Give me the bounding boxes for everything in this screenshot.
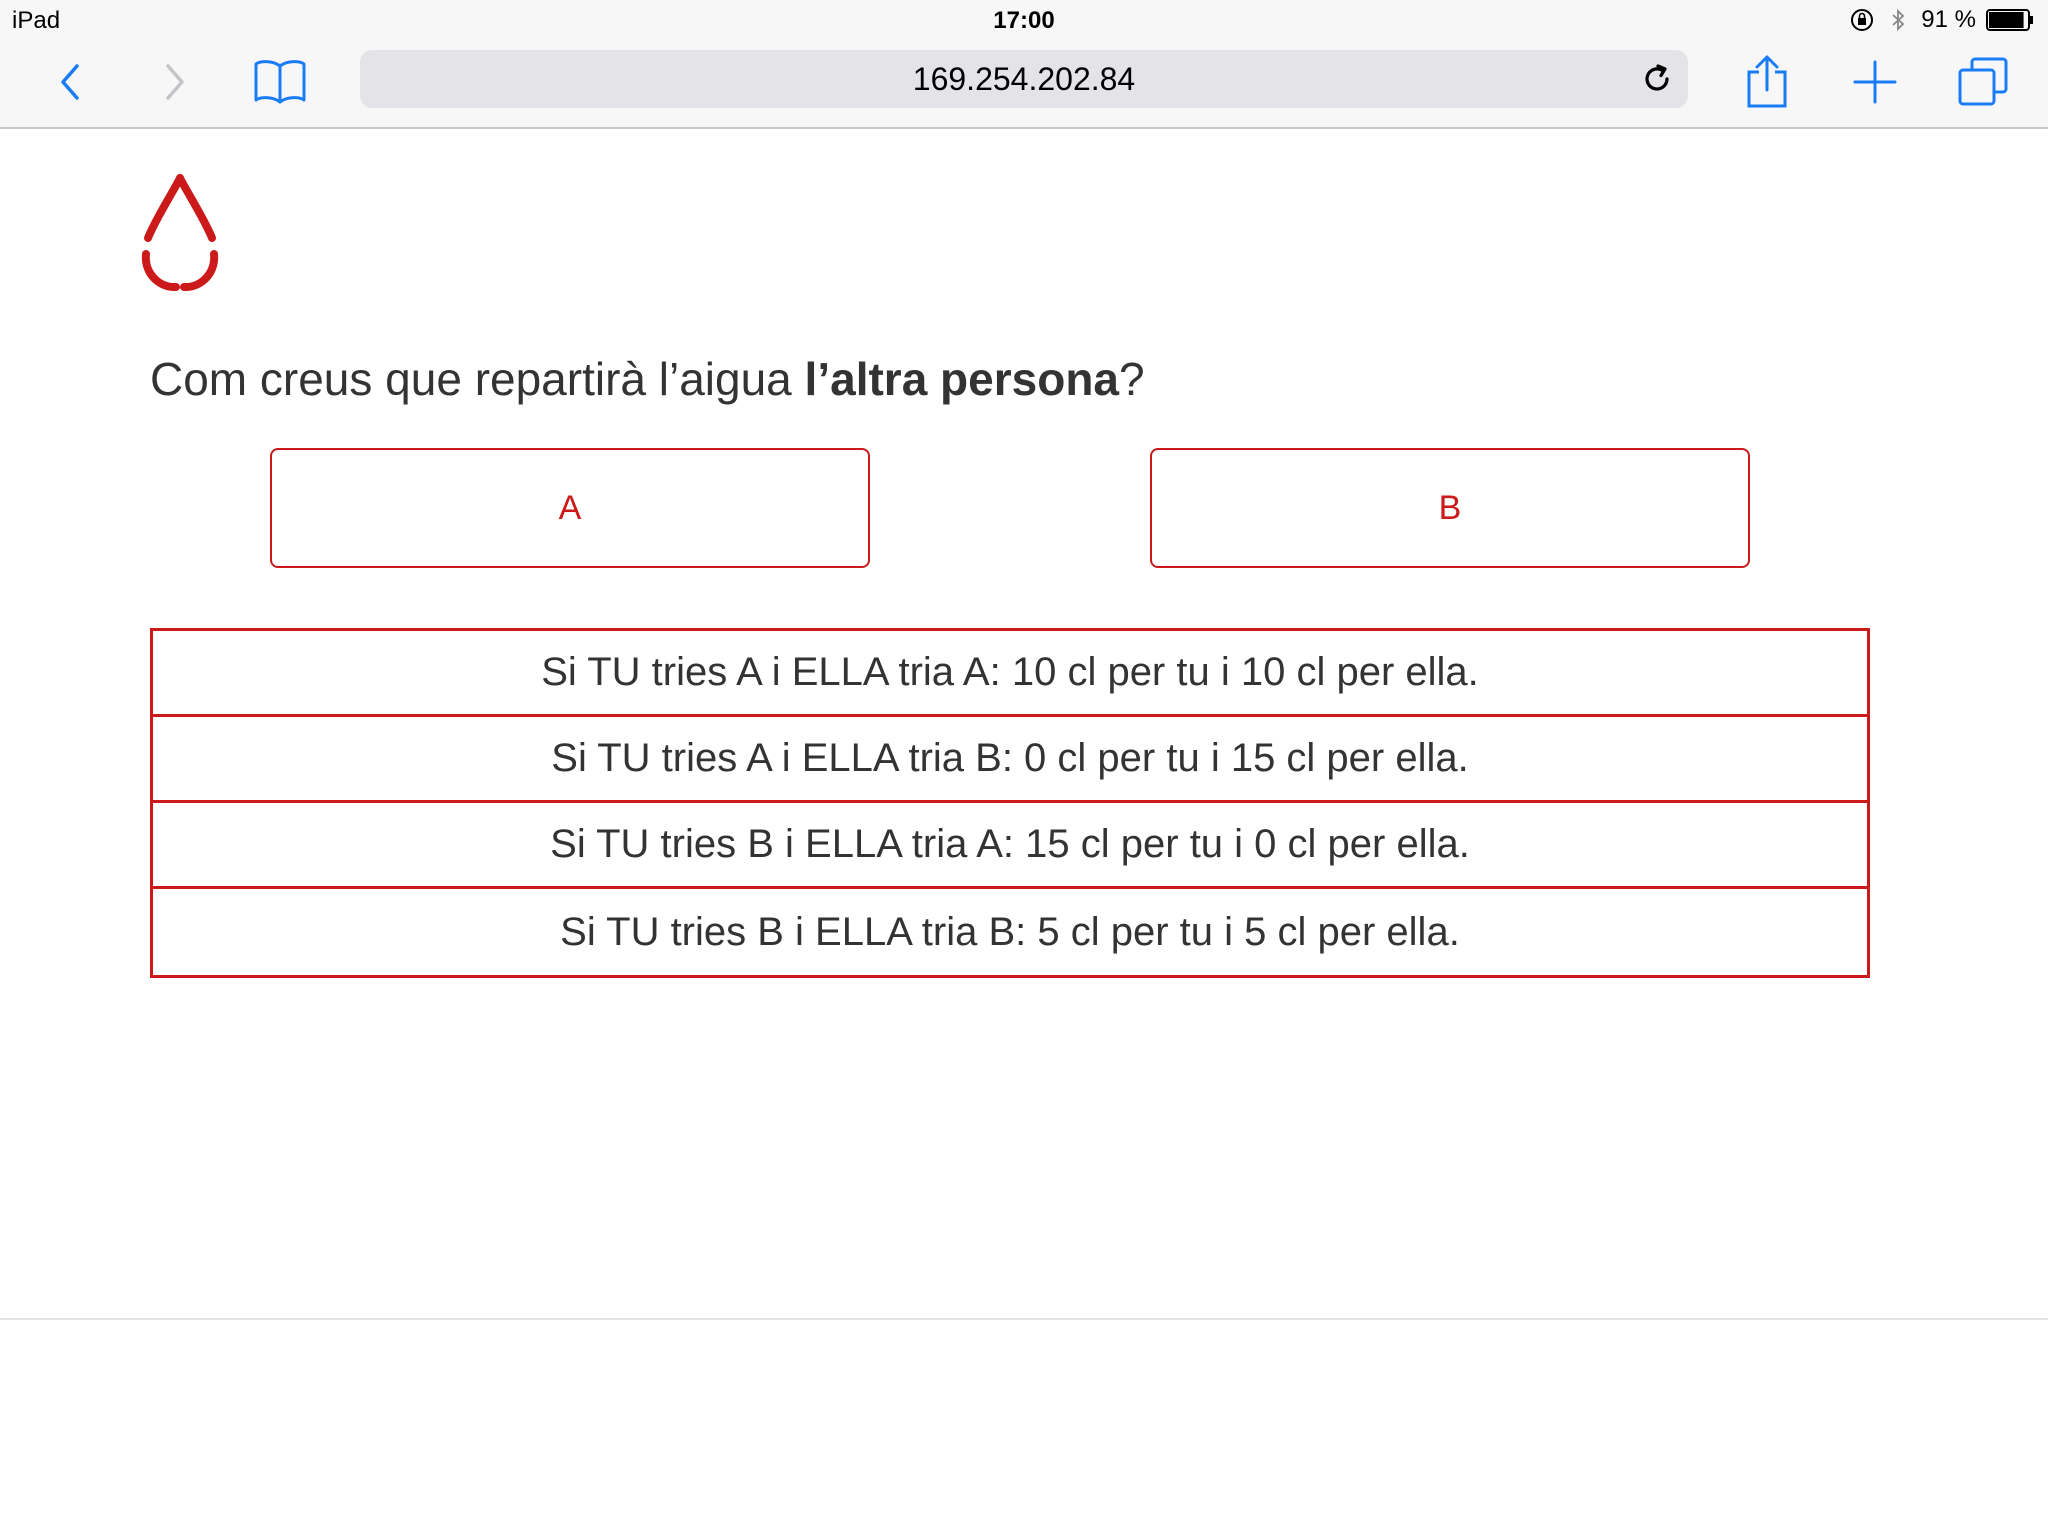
tabs-button[interactable] (1953, 52, 2013, 112)
divider (0, 1318, 2048, 1320)
tabs-icon (1958, 57, 2008, 106)
battery-percentage: 91 % (1921, 6, 1976, 33)
reload-button[interactable] (1634, 56, 1680, 102)
drop-logo-icon (138, 170, 222, 294)
browser-toolbar: 169.254.202.84 (0, 40, 2048, 129)
new-tab-button[interactable] (1845, 52, 1905, 112)
question-mark: ? (1119, 353, 1145, 405)
url-text: 169.254.202.84 (912, 60, 1136, 97)
rotation-lock-icon (1849, 7, 1875, 33)
payoff-row: Si TU tries B i ELLA tria B: 5 cl per tu… (560, 909, 1460, 954)
chevron-left-icon (61, 64, 79, 100)
question-emphasis: l’altra persona (804, 353, 1119, 405)
book-icon (254, 60, 306, 104)
bluetooth-icon (1885, 7, 1911, 33)
share-button[interactable] (1737, 52, 1797, 112)
chevron-right-icon (166, 64, 184, 100)
back-button[interactable] (40, 52, 100, 112)
payoff-row: Si TU tries B i ELLA tria A: 15 cl per t… (153, 803, 1867, 889)
forward-button[interactable] (145, 52, 205, 112)
payoff-table: Si TU tries A i ELLA tria A: 10 cl per t… (150, 628, 1870, 978)
question-text: Com creus que repartirà l’aigua l’altra … (150, 352, 1145, 406)
status-indicators: 91 % (1849, 6, 2034, 34)
plus-icon (1853, 60, 1897, 104)
status-bar: iPad 17:00 91 % (0, 0, 2048, 40)
battery-icon (1986, 9, 2034, 31)
choice-b-button[interactable]: B (1150, 448, 1750, 568)
payoff-row: Si TU tries A i ELLA tria B: 0 cl per tu… (153, 717, 1867, 803)
choice-a-button[interactable]: A (270, 448, 870, 568)
share-icon (1747, 55, 1787, 108)
payoff-row: Si TU tries A i ELLA tria A: 10 cl per t… (153, 631, 1867, 717)
bookmarks-button[interactable] (250, 52, 310, 112)
question-plain: Com creus que repartirà l’aigua (150, 353, 805, 405)
status-time: 17:00 (993, 7, 1055, 34)
reload-icon (1645, 64, 1669, 91)
address-bar[interactable]: 169.254.202.84 (360, 50, 1688, 108)
